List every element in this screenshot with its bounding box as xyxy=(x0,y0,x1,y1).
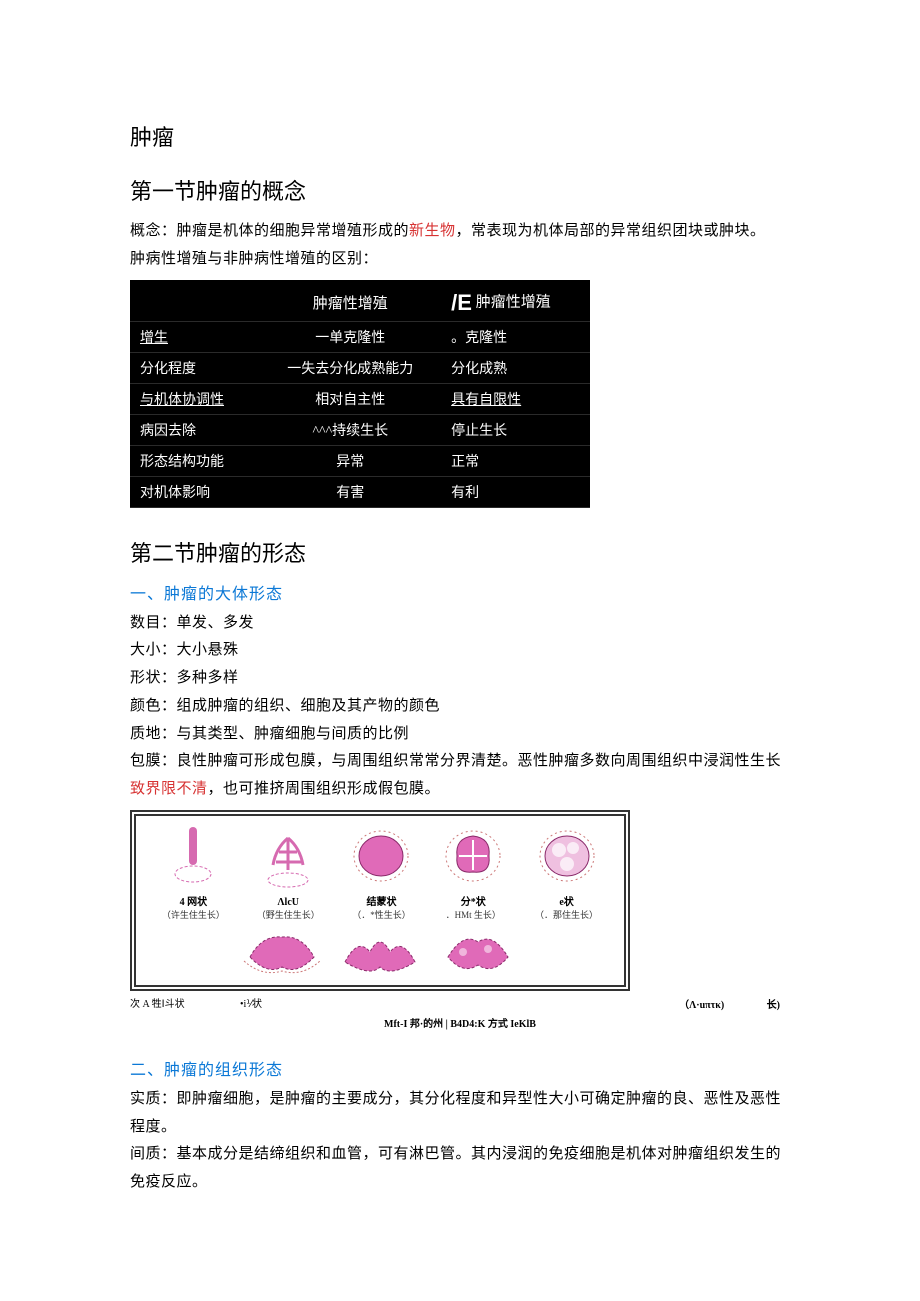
tumor-shape-icon xyxy=(257,830,320,895)
fig-label: 分*状 xyxy=(443,893,503,908)
fig-label: ΛlcU xyxy=(257,897,320,908)
figure-frame: 4 网状（许生住生长） ΛlcU（野生住生长） 结蒙状（．*性生长） 分*状．HMt … xyxy=(130,810,630,991)
table-row: 增生一单克隆性。克隆性 xyxy=(130,321,590,352)
body-line: 质地：与其类型、肿瘤细胞与间质的比例 xyxy=(130,721,790,749)
fig-sublabel: （．*性生长） xyxy=(351,908,411,921)
table-header: /E 肿瘤性增殖 xyxy=(441,280,590,322)
table-cell: 具有自限性 xyxy=(441,383,590,414)
table-cell: 相对自主性 xyxy=(259,383,441,414)
table-cell: 一失去分化成熟能力 xyxy=(259,352,441,383)
body-line: 形状：多种多样 xyxy=(130,665,790,693)
table-cell: 正常 xyxy=(441,445,590,476)
figure-item: 4 网状（许生住生长） xyxy=(162,826,225,921)
concept-line: 概念：肿瘤是机体的细胞异常增殖形成的新生物，常表现为机体局部的异常组织团块或肿块… xyxy=(130,218,790,246)
tumor-shape-icon xyxy=(535,826,598,891)
table-cell: 一单克隆性 xyxy=(259,321,441,352)
table-cell: 病因去除 xyxy=(130,414,259,445)
concept-red: 新生物 xyxy=(409,223,456,239)
table-cell: ^^^持续生长 xyxy=(259,414,441,445)
line-b1: 实质：即肿瘤细胞，是肿瘤的主要成分，其分化程度和异型性大小可确定肿瘤的良、恶性及… xyxy=(130,1086,790,1142)
tumor-shape-icon xyxy=(443,826,503,891)
concept-prefix: 概念：肿瘤是机体的细胞异常增殖形成的 xyxy=(130,223,409,239)
doc-title: 肿瘤 xyxy=(130,120,790,152)
table-cell: 分化程度 xyxy=(130,352,259,383)
capsule-line: 包膜：良性肿瘤可形成包膜，与周围组织常常分界清楚。恶性肿瘤多数向周围组织中浸润性… xyxy=(130,748,790,804)
sub-heading-b: 二、肿瘤的组织形态 xyxy=(130,1056,790,1080)
table-header xyxy=(130,280,259,322)
comparison-table: 肿瘤性增殖/E 肿瘤性增殖增生一单克隆性。克隆性分化程度一失去分化成熟能力分化成… xyxy=(130,280,590,508)
figure-item: 分*状．HMt 生长） xyxy=(443,826,503,921)
table-cell: 有害 xyxy=(259,476,441,507)
tumor-shape-icon xyxy=(438,927,518,977)
tumor-shape-icon xyxy=(351,826,411,891)
tumor-shape-icon xyxy=(242,927,322,977)
fig-sublabel: （许生住生长） xyxy=(162,908,225,921)
table-row: 形态结构功能异常正常 xyxy=(130,445,590,476)
figure-item: 结蒙状（．*性生长） xyxy=(351,826,411,921)
diff-intro: 肿病性增殖与非肿病性增殖的区别： xyxy=(130,246,790,274)
table-cell: 与机体协调性 xyxy=(130,383,259,414)
figure-caption: Mft-I 邦·的州 | B4D4:K 方式 IeKlB xyxy=(130,1015,790,1030)
table-row: 分化程度一失去分化成熟能力分化成熟 xyxy=(130,352,590,383)
figure-bottom-row xyxy=(146,927,614,977)
table-cell: 。克隆性 xyxy=(441,321,590,352)
section2-heading: 第二节肿瘤的形态 xyxy=(130,536,790,568)
capsule-red: 致界限不清 xyxy=(130,781,208,797)
fig-label: 4 网状 xyxy=(162,893,225,908)
figure-block: 4 网状（许生住生长） ΛlcU（野生住生长） 结蒙状（．*性生长） 分*状．HMt … xyxy=(130,810,790,1030)
capsule-prefix: 包膜：良性肿瘤可形成包膜，与周围组织常常分界清楚。恶性肿瘤多数向周围组织中浸润性… xyxy=(130,753,781,769)
table-header: 肿瘤性增殖 xyxy=(259,280,441,322)
tumor-shape-icon xyxy=(162,826,225,891)
table-cell: 增生 xyxy=(130,321,259,352)
fig-label: 结蒙状 xyxy=(351,893,411,908)
table-cell: 形态结构功能 xyxy=(130,445,259,476)
body-line: 颜色：组成肿瘤的组织、细胞及其产物的颜色 xyxy=(130,693,790,721)
section1-heading: 第一节肿瘤的概念 xyxy=(130,174,790,206)
document-page: 肿瘤 第一节肿瘤的概念 概念：肿瘤是机体的细胞异常增殖形成的新生物，常表现为机体… xyxy=(0,0,920,1257)
table-cell: 对机体影响 xyxy=(130,476,259,507)
figure-item: e状（．那住生长） xyxy=(535,826,598,921)
line-b2: 间质：基本成分是结缔组织和血管，可有淋巴管。其内浸润的免疫细胞是机体对肿瘤组织发… xyxy=(130,1141,790,1197)
capsule-suffix: ，也可推挤周围组织形成假包膜。 xyxy=(208,781,441,797)
table-cell: 停止生长 xyxy=(441,414,590,445)
concept-suffix: ，常表现为机体局部的异常组织团块或肿块。 xyxy=(456,223,766,239)
fig-sublabel: （．那住生长） xyxy=(535,908,598,921)
body-line: 大小：大小悬殊 xyxy=(130,637,790,665)
tumor-shape-icon xyxy=(340,927,420,977)
fig-below-left: 次 A 牲Ⅰ斗状 xyxy=(130,995,240,1010)
table-cell: 异常 xyxy=(259,445,441,476)
table-cell: 有利 xyxy=(441,476,590,507)
fig-sublabel: （野生住生长） xyxy=(257,908,320,921)
fig-sublabel: ．HMt 生长） xyxy=(443,908,503,921)
body-line: 数目：单发、多发 xyxy=(130,610,790,638)
table-row: 病因去除^^^持续生长停止生长 xyxy=(130,414,590,445)
table-row: 对机体影响有害有利 xyxy=(130,476,590,507)
figure-item: ΛlcU（野生住生长） xyxy=(257,830,320,921)
table-cell: 分化成熟 xyxy=(441,352,590,383)
fig-label: e状 xyxy=(535,893,598,908)
sub-heading-a: 一、肿瘤的大体形态 xyxy=(130,580,790,604)
fig-below-mid: •i⅟状 xyxy=(240,995,350,1010)
table-row: 与机体协调性相对自主性具有自限性 xyxy=(130,383,590,414)
